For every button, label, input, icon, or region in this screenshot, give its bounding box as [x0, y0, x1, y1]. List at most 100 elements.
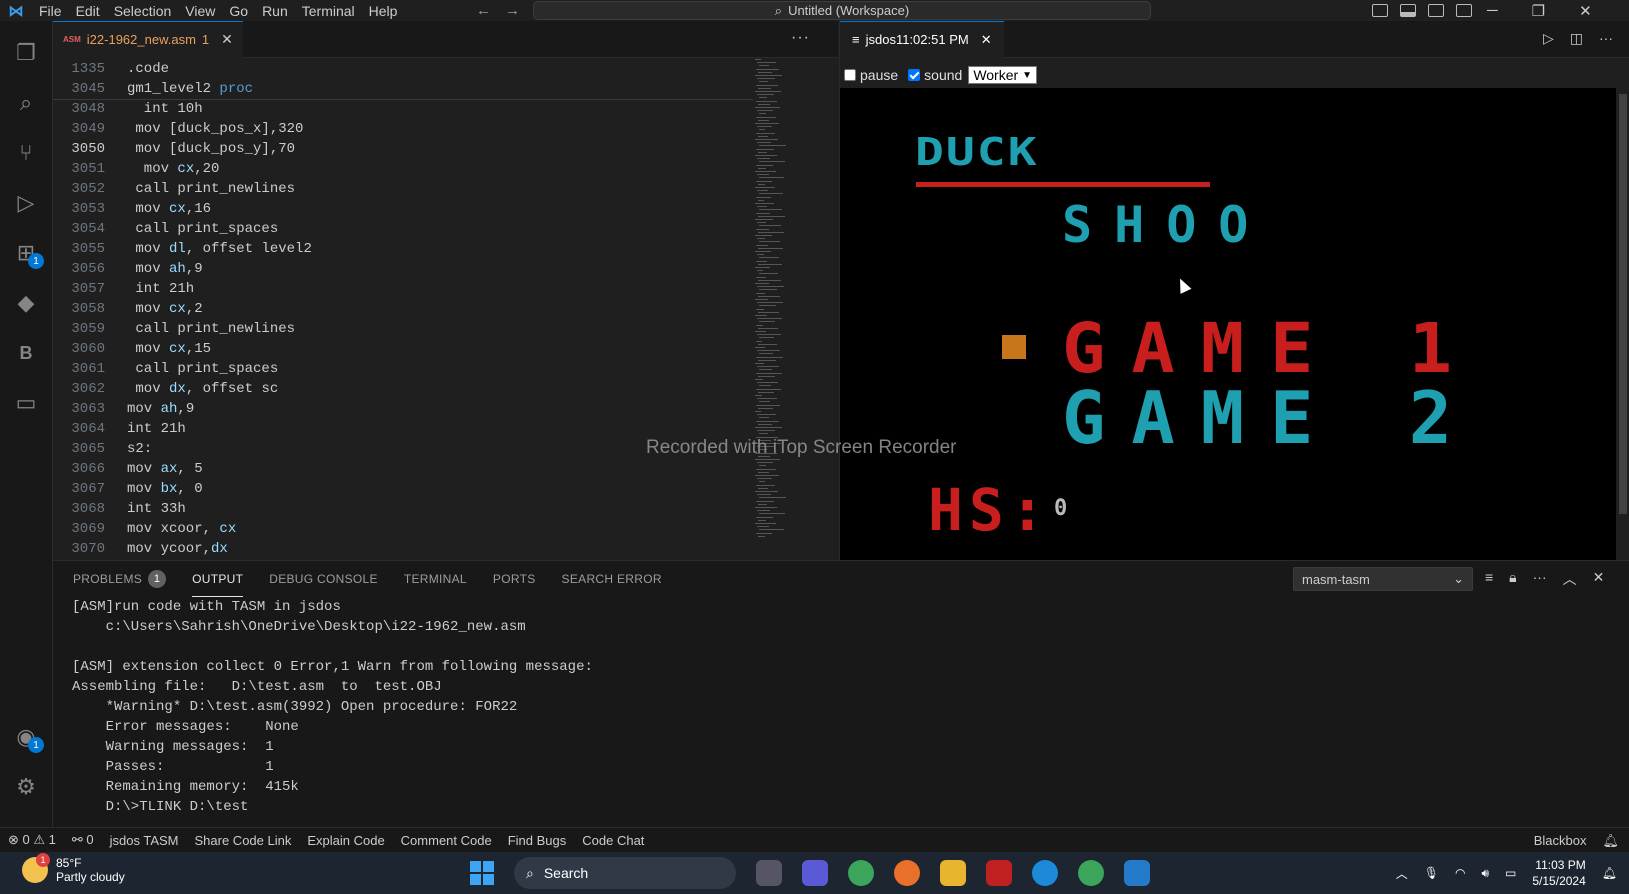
tab-ports[interactable]: PORTS	[493, 561, 536, 597]
status-item-jsdos-tasm[interactable]: jsdos TASM	[102, 833, 187, 848]
menu-item-terminal[interactable]: Terminal	[295, 3, 362, 19]
weather-widget[interactable]: 1 85°F Partly cloudy	[22, 853, 125, 884]
tab-problems[interactable]: PROBLEMS 1	[73, 561, 167, 597]
volume-icon[interactable]: 🔊︎	[1481, 866, 1489, 881]
toggle-panel-icon[interactable]	[1400, 4, 1416, 17]
code-line[interactable]: 1335 .code	[53, 59, 753, 79]
code-line[interactable]: 3051 mov cx,20	[53, 159, 753, 179]
code-line[interactable]: 3064 int 21h	[53, 419, 753, 439]
code-line[interactable]: 3067 mov bx, 0	[53, 479, 753, 499]
restore-icon[interactable]: ❐	[1532, 2, 1545, 20]
clock[interactable]: 11:03 PM 5/15/2024	[1532, 857, 1585, 889]
run-icon[interactable]: ▷	[1543, 30, 1554, 47]
command-center[interactable]: ⌕ Untitled (Workspace)	[533, 1, 1151, 20]
status-item-comment-code[interactable]: Comment Code	[393, 833, 500, 848]
output-channel-select[interactable]: masm-tasm ⌄	[1293, 567, 1473, 591]
code-line[interactable]: 3045 gm1_level2 proc	[53, 79, 753, 99]
file-explorer-icon[interactable]	[940, 860, 966, 886]
code-line[interactable]: 3062 mov dx, offset sc	[53, 379, 753, 399]
menu-item-selection[interactable]: Selection	[107, 3, 179, 19]
tab-debug-console[interactable]: DEBUG CONSOLE	[269, 561, 378, 597]
split-editor-icon[interactable]: ◫	[1570, 30, 1583, 47]
accounts-icon[interactable]: ◉ 1	[12, 723, 44, 753]
code-line[interactable]: 3055 mov dl, offset level2	[53, 239, 753, 259]
maximize-panel-icon[interactable]: ︿	[1563, 569, 1577, 589]
output-log[interactable]: [ASM]run code with TASM in jsdos c:\User…	[53, 597, 1629, 827]
back-arrow-icon[interactable]: ←	[476, 2, 491, 19]
menu-item-help[interactable]: Help	[362, 3, 405, 19]
blackbox-status[interactable]: Blackbox	[1534, 833, 1587, 848]
source-control-icon[interactable]: ⑂	[12, 139, 40, 167]
menu-item-go[interactable]: Go	[222, 3, 255, 19]
status-item-explain-code[interactable]: Explain Code	[299, 833, 392, 848]
status-item-code-chat[interactable]: Code Chat	[574, 833, 652, 848]
tab-search-error[interactable]: SEARCH ERROR	[562, 561, 662, 597]
extensions-icon[interactable]: ⊞ 1	[12, 239, 44, 269]
lock-icon[interactable]: 🔒︎	[1509, 569, 1516, 589]
vscode-taskbar-icon[interactable]	[1124, 860, 1150, 886]
tab-terminal[interactable]: TERMINAL	[404, 561, 467, 597]
dos-screen[interactable]: DUCK SHOO GAME 1 GAME 2 HS: 0	[840, 88, 1616, 560]
worker-select[interactable]: Worker ▼	[968, 66, 1038, 84]
code-line[interactable]: 3050 mov [duck_pos_y],70	[53, 139, 753, 159]
more-actions-icon[interactable]: ···	[1533, 569, 1547, 589]
menu-option-game2[interactable]: GAME 2	[1062, 376, 1478, 460]
customize-layout-icon[interactable]	[1456, 4, 1472, 17]
chevron-up-icon[interactable]: ︿	[1396, 865, 1408, 882]
forward-arrow-icon[interactable]: →	[505, 2, 520, 19]
code-line[interactable]: 3061 call print_spaces	[53, 359, 753, 379]
battery-icon[interactable]: ▭	[1505, 866, 1516, 880]
close-window-icon[interactable]: ✕	[1579, 2, 1592, 20]
minimize-icon[interactable]: ─	[1487, 2, 1498, 19]
minimap[interactable]	[755, 59, 825, 560]
code-line[interactable]: 3052 call print_newlines	[53, 179, 753, 199]
code-line[interactable]: 3063 mov ah,9	[53, 399, 753, 419]
code-line[interactable]: 3054 call print_spaces	[53, 219, 753, 239]
menu-item-edit[interactable]: Edit	[69, 3, 107, 19]
scrollbar-thumb[interactable]	[1619, 94, 1627, 514]
status-item-find-bugs[interactable]: Find Bugs	[500, 833, 575, 848]
firefox-icon[interactable]	[894, 860, 920, 886]
more-actions-icon[interactable]: ···	[1599, 30, 1613, 47]
notification-icon[interactable]: 🔔︎	[1602, 866, 1617, 880]
code-line[interactable]: 3059 call print_newlines	[53, 319, 753, 339]
tab-asm-file[interactable]: ASM i22-1962_new.asm 1 ✕	[53, 20, 243, 58]
edge-icon[interactable]	[1032, 860, 1058, 886]
preview-scrollbar[interactable]	[1617, 88, 1629, 560]
code-line[interactable]: 3066 mov ax, 5	[53, 459, 753, 479]
tab-jsdos[interactable]: ≡ jsdos11:02:51 PM ✕	[840, 20, 1004, 58]
start-icon[interactable]	[470, 861, 494, 885]
close-panel-icon[interactable]: ✕	[1593, 569, 1605, 589]
menu-item-file[interactable]: File	[32, 3, 69, 19]
code-line[interactable]: 3048 int 10h	[53, 99, 753, 119]
status-item-share-code-link[interactable]: Share Code Link	[187, 833, 300, 848]
chrome-icon[interactable]	[848, 860, 874, 886]
code-line[interactable]: 3057 int 21h	[53, 279, 753, 299]
problems-status[interactable]: ⊗ 0 ⚠ 1	[0, 832, 64, 848]
screen-recorder-icon[interactable]	[986, 860, 1012, 886]
toggle-secondary-sidebar-icon[interactable]	[1428, 4, 1444, 17]
code-line[interactable]: 3068 int 33h	[53, 499, 753, 519]
notifications-bell-icon[interactable]: 🔔︎	[1602, 833, 1619, 849]
task-view-icon[interactable]	[756, 860, 782, 886]
settings-gear-icon[interactable]: ⚙	[12, 773, 40, 801]
ports-status[interactable]: ⚯ 0	[64, 832, 102, 848]
code-line[interactable]: 3058 mov cx,2	[53, 299, 753, 319]
search-activity-icon[interactable]: ⌕	[12, 89, 40, 117]
code-line[interactable]: 3053 mov cx,16	[53, 199, 753, 219]
code-line[interactable]: 3056 mov ah,9	[53, 259, 753, 279]
python-icon[interactable]: ◆	[12, 289, 40, 317]
code-editor[interactable]: 1335 .code 3045 gm1_level2 proc 3048 int 10h…	[53, 59, 753, 560]
code-line[interactable]: 3049 mov [duck_pos_x],320	[53, 119, 753, 139]
teams-icon[interactable]	[802, 860, 828, 886]
run-debug-icon[interactable]: ▷	[12, 189, 40, 217]
blackbox-icon[interactable]: B	[12, 339, 40, 367]
chrome-profile-icon[interactable]	[1078, 860, 1104, 886]
close-icon[interactable]: ✕	[981, 32, 992, 48]
code-line[interactable]: 3070 mov ycoor,dx	[53, 539, 753, 559]
wifi-icon[interactable]: ◠	[1455, 866, 1465, 880]
taskbar-search[interactable]: ⌕ Search	[514, 857, 736, 889]
code-line[interactable]: 3060 mov cx,15	[53, 339, 753, 359]
menu-item-view[interactable]: View	[178, 3, 222, 19]
pause-checkbox[interactable]	[844, 69, 856, 81]
